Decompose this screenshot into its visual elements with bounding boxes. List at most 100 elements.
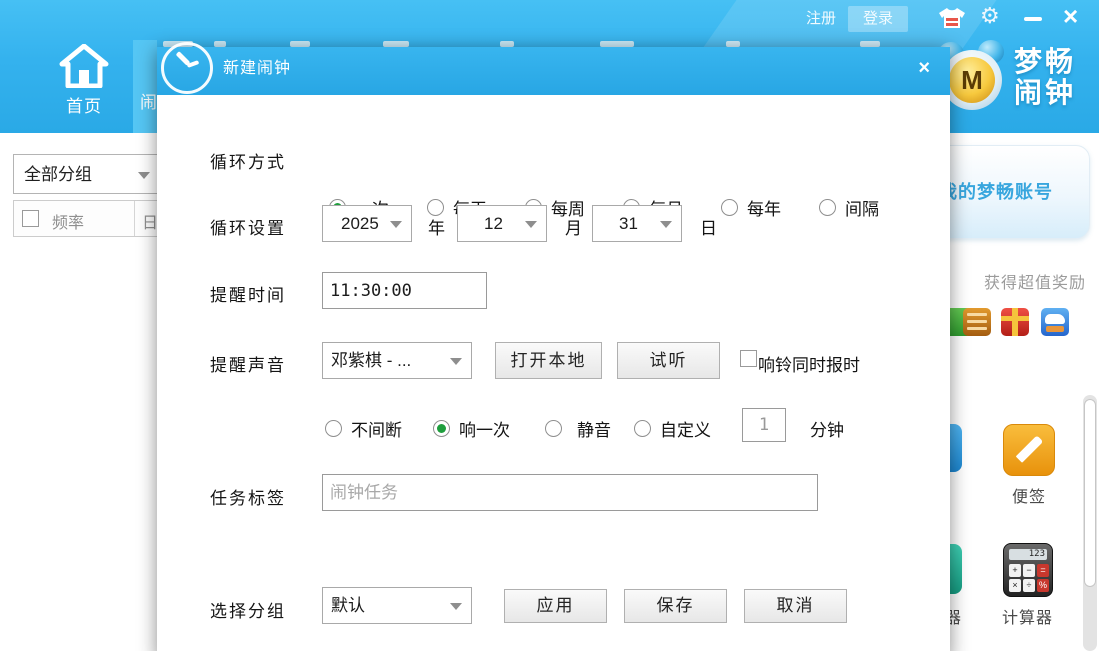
calculator-display: 123 (1009, 549, 1047, 560)
reward-car-icon[interactable] (1041, 308, 1069, 336)
calculator-keys: + − = × ÷ % (1009, 564, 1049, 592)
radio-label: 自定义 (660, 416, 711, 441)
radio-dot (634, 420, 651, 437)
group-filter-dropdown[interactable]: 全部分组 (13, 154, 163, 194)
home-house-icon (59, 44, 109, 88)
repeat-mode-label: 循环方式 (210, 148, 286, 173)
radio-ring-once[interactable]: 响一次 (433, 416, 510, 441)
chevron-down-icon (450, 358, 462, 365)
month-value: 12 (484, 214, 503, 233)
radio-mute[interactable]: 静音 (545, 416, 611, 441)
radio-label: 每年 (747, 195, 781, 220)
day-value: 31 (619, 214, 638, 233)
minutes-unit: 分钟 (810, 416, 844, 441)
task-label-input[interactable] (322, 474, 818, 511)
chevron-down-icon (525, 221, 537, 228)
group-filter-value: 全部分组 (24, 165, 92, 184)
column-divider (134, 201, 135, 236)
app-logo-text: 梦畅 闹钟 (1014, 46, 1076, 108)
calculator-icon[interactable]: 123 + − = × ÷ % (1003, 543, 1053, 597)
calculator-label: 计算器 (1002, 604, 1053, 628)
year-value: 2025 (341, 214, 379, 233)
logo-monogram: M (949, 57, 995, 103)
radio-dot (721, 199, 738, 216)
login-link[interactable]: 登录 (848, 6, 908, 32)
year-unit: 年 (428, 214, 445, 239)
app-window: 注册 登录 ⚙ × 首页 闹 (0, 0, 1099, 651)
scrollbar-thumb[interactable] (1084, 399, 1096, 587)
new-alarm-dialog: 新建闹钟 × 循环方式 一次 每天 每周 每月 每年 (157, 47, 950, 651)
radio-label: 静音 (577, 416, 611, 441)
save-button[interactable]: 保存 (624, 589, 727, 623)
window-close-icon[interactable]: × (1063, 2, 1078, 30)
radio-label: 响一次 (459, 416, 510, 441)
apply-button[interactable]: 应用 (504, 589, 607, 623)
reminder-time-label: 提醒时间 (210, 281, 286, 306)
repeat-settings-label: 循环设置 (210, 214, 286, 239)
cancel-button[interactable]: 取消 (744, 589, 847, 623)
minimize-icon[interactable] (1024, 17, 1042, 21)
radio-yearly[interactable]: 每年 (721, 195, 781, 220)
reminder-time-input[interactable] (322, 272, 487, 309)
preview-button[interactable]: 试听 (617, 342, 720, 379)
calc-key: ÷ (1023, 579, 1035, 592)
calc-key: × (1009, 579, 1021, 592)
radio-label: 不间断 (351, 416, 402, 441)
month-unit: 月 (565, 214, 582, 239)
logo-line1: 梦畅 (1014, 46, 1076, 77)
chevron-down-icon (450, 603, 462, 610)
chevron-down-icon (390, 221, 402, 228)
calc-key: − (1023, 564, 1035, 577)
chime-checkbox[interactable] (740, 350, 757, 367)
sticky-note-label: 便签 (1012, 483, 1046, 507)
tab-home-label: 首页 (40, 92, 128, 117)
day-unit: 日 (700, 214, 717, 239)
sound-dropdown[interactable]: 邓紫棋 - ... (322, 342, 472, 379)
day-dropdown[interactable]: 31 (592, 205, 682, 242)
radio-interval[interactable]: 间隔 (819, 195, 879, 220)
alarm-list-header: 频率 日 (13, 200, 173, 237)
reminder-sound-label: 提醒声音 (210, 351, 286, 376)
radio-nonstop[interactable]: 不间断 (325, 416, 402, 441)
reward-lottery-icon[interactable] (963, 308, 991, 336)
chevron-down-icon (138, 172, 150, 179)
radio-dot (433, 420, 450, 437)
tab-alarm-list-partial[interactable]: 闹 (133, 40, 157, 133)
calc-key: + (1009, 564, 1021, 577)
reward-gift-icon[interactable] (1001, 308, 1029, 336)
dialog-titlebar[interactable]: 新建闹钟 × (157, 47, 950, 95)
column-date-partial: 日 (142, 209, 158, 233)
chevron-down-icon (660, 221, 672, 228)
select-group-label: 选择分组 (210, 597, 286, 622)
dialog-title: 新建闹钟 (223, 47, 291, 95)
radio-dot (545, 420, 562, 437)
account-banner-label: 我的梦畅账号 (939, 178, 1053, 204)
group-value: 默认 (331, 596, 365, 615)
radio-dot (325, 420, 342, 437)
logo-line2: 闹钟 (1014, 77, 1076, 108)
tab-alarm-partial-label: 闹 (140, 88, 157, 113)
radio-dot (819, 199, 836, 216)
calc-key: = (1037, 564, 1049, 577)
pencil-icon (1016, 435, 1044, 463)
sticky-note-icon[interactable] (1003, 424, 1055, 476)
select-all-checkbox[interactable] (22, 210, 39, 227)
register-link[interactable]: 注册 (798, 6, 844, 32)
dialog-close-icon[interactable]: × (918, 57, 930, 80)
calc-key: % (1037, 579, 1049, 592)
radio-custom[interactable]: 自定义 (634, 416, 711, 441)
tab-home[interactable]: 首页 (40, 44, 128, 130)
settings-gear-icon[interactable]: ⚙ (980, 3, 1000, 29)
column-frequency: 频率 (52, 209, 84, 233)
rewards-title: 获得超值奖励 (984, 269, 1086, 293)
custom-minutes-input[interactable] (742, 408, 786, 442)
chime-label: 响铃同时报时 (758, 351, 860, 376)
radio-label: 间隔 (845, 195, 879, 220)
month-dropdown[interactable]: 12 (457, 205, 547, 242)
year-dropdown[interactable]: 2025 (322, 205, 412, 242)
open-local-button[interactable]: 打开本地 (495, 342, 602, 379)
sound-value: 邓紫棋 - ... (331, 351, 411, 370)
group-dropdown[interactable]: 默认 (322, 587, 472, 624)
skin-theme-icon[interactable] (938, 7, 966, 29)
task-label-label: 任务标签 (210, 484, 286, 509)
